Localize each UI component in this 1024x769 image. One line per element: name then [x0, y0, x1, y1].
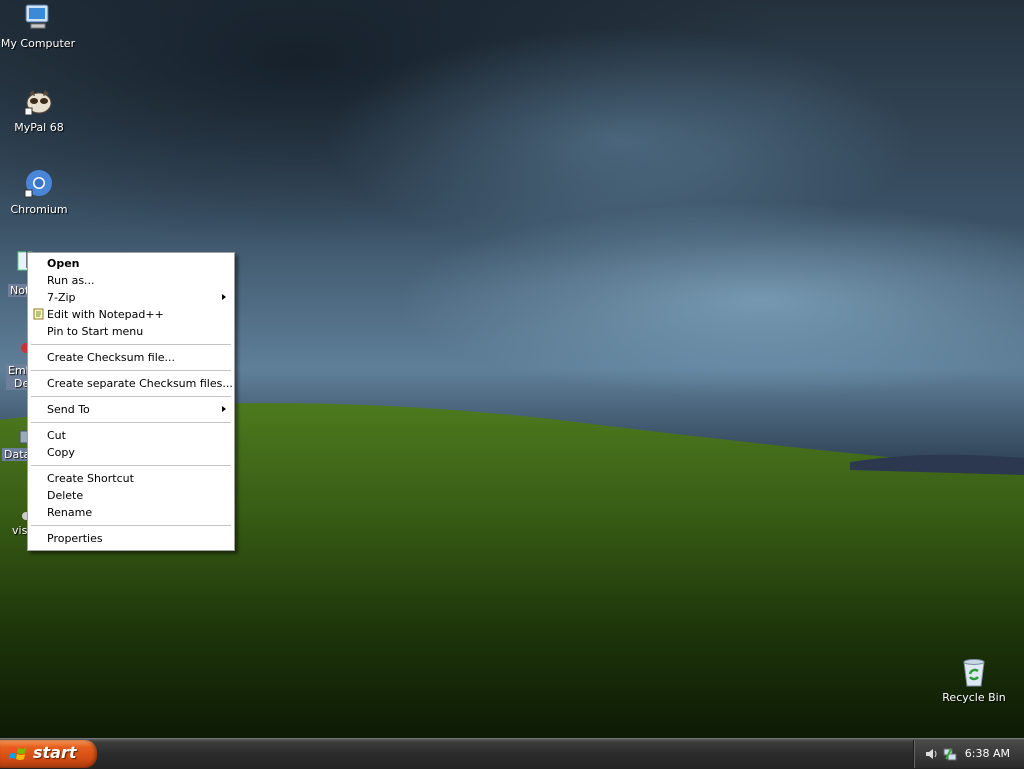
- desktop-icon-label: Recycle Bin: [942, 691, 1006, 704]
- desktop-icon-recycle-bin[interactable]: Recycle Bin: [936, 656, 1012, 704]
- menu-item-label: Copy: [47, 446, 75, 459]
- desktop-icon-label: Data: [2, 448, 28, 461]
- menu-item-label: Open: [47, 257, 80, 270]
- start-button[interactable]: start: [0, 740, 97, 768]
- chromium-icon: [23, 168, 55, 200]
- submenu-arrow-icon: [222, 406, 226, 412]
- desktop-icon-label: My Computer: [0, 37, 76, 50]
- vis-icon: [12, 506, 30, 522]
- taskbar: start 6:38 AM: [0, 738, 1024, 769]
- menu-separator: [31, 344, 231, 345]
- recycle-bin-icon: [958, 656, 990, 688]
- menu-separator: [31, 370, 231, 371]
- menu-item-send-to[interactable]: Send To: [30, 401, 232, 418]
- menu-item-label: Rename: [47, 506, 93, 519]
- menu-item-pin-start[interactable]: Pin to Start menu: [30, 323, 232, 340]
- desktop-icon-mypal[interactable]: MyPal 68: [1, 86, 77, 134]
- desktop-icon-label: vis: [12, 524, 28, 537]
- menu-item-label: Delete: [47, 489, 84, 502]
- menu-item-label: Properties: [47, 532, 103, 545]
- menu-item-label: Create separate Checksum files...: [47, 377, 233, 390]
- menu-item-create-shortcut[interactable]: Create Shortcut: [30, 470, 232, 487]
- menu-item-label: Edit with Notepad++: [47, 308, 164, 321]
- menu-item-run-as[interactable]: Run as...: [30, 272, 232, 289]
- menu-separator: [31, 396, 231, 397]
- start-label: start: [33, 743, 77, 762]
- speaker-icon[interactable]: [924, 746, 940, 762]
- menu-item-open[interactable]: Open: [30, 255, 232, 272]
- my-computer-icon: [22, 2, 54, 34]
- menu-item-label: Create Shortcut: [47, 472, 134, 485]
- menu-item-label: 7-Zip: [47, 291, 76, 304]
- desktop-icon-vis[interactable]: vis: [12, 506, 30, 537]
- menu-item-label: Send To: [47, 403, 90, 416]
- menu-item-label: Run as...: [47, 274, 95, 287]
- desktop-icon-label: Chromium: [10, 203, 68, 216]
- submenu-arrow-icon: [222, 294, 226, 300]
- menu-item-properties[interactable]: Properties: [30, 530, 232, 547]
- system-tray: 6:38 AM: [913, 740, 1024, 768]
- clock[interactable]: 6:38 AM: [965, 747, 1010, 760]
- menu-separator: [31, 525, 231, 526]
- desktop-icon-chromium[interactable]: Chromium: [1, 168, 77, 216]
- menu-separator: [31, 465, 231, 466]
- mypal-icon: [23, 86, 55, 118]
- menu-item-rename[interactable]: Rename: [30, 504, 232, 521]
- network-icon[interactable]: [942, 746, 958, 762]
- context-menu: Open Run as... 7-Zip Edit with Notepad++…: [27, 252, 235, 551]
- menu-item-delete[interactable]: Delete: [30, 487, 232, 504]
- menu-item-label: Pin to Start menu: [47, 325, 144, 338]
- menu-item-create-separate-checksum[interactable]: Create separate Checksum files...: [30, 375, 233, 392]
- menu-item-edit-notepadpp[interactable]: Edit with Notepad++: [30, 306, 232, 323]
- desktop-icon-label: MyPal 68: [14, 121, 64, 134]
- menu-item-create-checksum[interactable]: Create Checksum file...: [30, 349, 232, 366]
- menu-item-cut[interactable]: Cut: [30, 427, 232, 444]
- menu-item-label: Cut: [47, 429, 66, 442]
- menu-separator: [31, 422, 231, 423]
- menu-item-label: Create Checksum file...: [47, 351, 176, 364]
- menu-item-7zip[interactable]: 7-Zip: [30, 289, 232, 306]
- windows-flag-icon: [9, 747, 26, 760]
- desktop-icon-data[interactable]: Data: [2, 423, 29, 461]
- desktop-icon-my-computer[interactable]: My Computer: [0, 2, 76, 50]
- notepadpp-icon: [33, 308, 44, 320]
- menu-item-copy[interactable]: Copy: [30, 444, 232, 461]
